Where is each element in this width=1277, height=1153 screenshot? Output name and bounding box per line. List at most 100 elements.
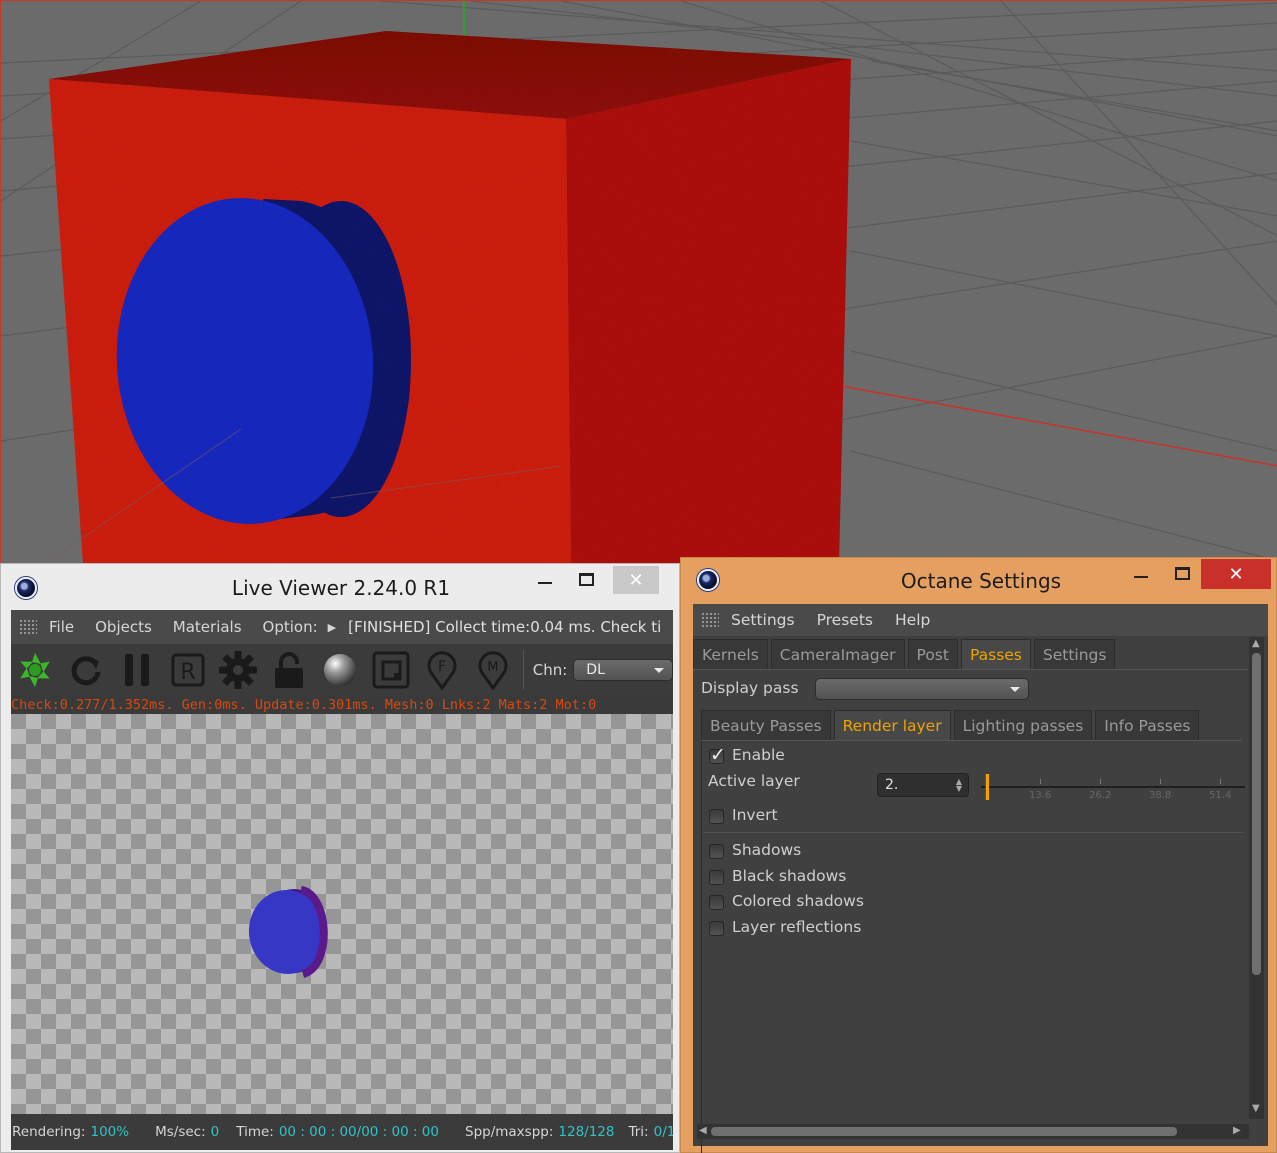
tab-post[interactable]: Post <box>907 639 958 669</box>
focus-pick-icon[interactable]: F <box>420 648 464 692</box>
close-icon: ✕ <box>1228 563 1244 585</box>
menu-objects[interactable]: Objects <box>95 618 152 636</box>
scroll-right-arrow-icon[interactable]: ▶ <box>1233 1125 1241 1136</box>
material-pick-icon[interactable]: M <box>471 648 515 692</box>
slider-tick <box>1220 779 1221 784</box>
restart-icon[interactable] <box>64 648 108 692</box>
minimize-icon <box>538 582 552 584</box>
live-viewer-titlebar[interactable]: Live Viewer 2.24.0 R1 ✕ <box>1 564 679 608</box>
grip-icon[interactable] <box>19 619 37 635</box>
scroll-down-arrow-icon[interactable]: ▼ <box>1252 1103 1260 1114</box>
minimize-icon <box>1134 576 1148 578</box>
slider-tick <box>1100 779 1101 784</box>
tab-passes[interactable]: Passes <box>960 639 1031 669</box>
status-text: [FINISHED] Collect time:0.04 ms. Check t… <box>348 618 662 636</box>
close-button[interactable]: ✕ <box>1201 559 1271 589</box>
svg-text:M: M <box>487 660 498 675</box>
subtab-render-layer[interactable]: Render layer <box>833 710 951 740</box>
display-pass-label: Display pass <box>701 679 799 697</box>
rendering-label: Rendering: <box>12 1124 86 1140</box>
enable-label: Enable <box>732 746 785 764</box>
lock-icon[interactable] <box>267 648 311 692</box>
tab-cameraimager[interactable]: CameraImager <box>770 639 905 669</box>
stats-line: Check:0.277/1.352ms. Gen:0ms. Update:0.3… <box>11 697 597 713</box>
live-viewer-window[interactable]: Live Viewer 2.24.0 R1 ✕ File Objects Mat… <box>0 563 680 1153</box>
active-layer-input[interactable]: 2. ▲ ▼ <box>877 773 969 797</box>
black-shadows-checkbox[interactable] <box>709 870 724 885</box>
region-render-icon[interactable] <box>369 648 413 692</box>
octane-settings-titlebar[interactable]: Octane Settings ✕ <box>681 558 1276 602</box>
tab-settings[interactable]: Settings <box>1033 639 1116 669</box>
shadows-checkbox[interactable] <box>709 844 724 859</box>
invert-label: Invert <box>732 806 778 824</box>
live-viewer-content: File Objects Materials Option: ▶ [FINISH… <box>11 610 674 1150</box>
active-layer-value: 2. <box>885 777 899 793</box>
scroll-left-arrow-icon[interactable]: ◀ <box>699 1125 707 1136</box>
toolbar-separator <box>522 650 524 690</box>
maximize-icon <box>1174 566 1190 580</box>
app-screen: Live Viewer 2.24.0 R1 ✕ File Objects Mat… <box>0 0 1277 1153</box>
grip-icon[interactable] <box>701 612 719 628</box>
slider-tick <box>1040 779 1041 784</box>
section-divider <box>703 832 1243 833</box>
layer-reflections-checkbox[interactable] <box>709 921 724 936</box>
live-viewer-statusbar: Rendering: 100% Ms/sec: 0 Time: 00 : 00 … <box>11 1114 673 1150</box>
tab-kernels[interactable]: Kernels <box>693 639 768 669</box>
octane-logo-icon[interactable] <box>13 648 57 692</box>
cinema4d-app-icon <box>15 577 37 599</box>
pause-icon[interactable] <box>115 648 159 692</box>
slider-knob[interactable] <box>985 774 989 800</box>
material-ball-icon[interactable] <box>318 648 362 692</box>
menu-overflow-arrow-icon[interactable]: ▶ <box>328 621 336 634</box>
vertical-scrollbar[interactable]: ▲ ▼ <box>1249 637 1264 1119</box>
rendering-value: 100% <box>90 1124 130 1140</box>
menu-file[interactable]: File <box>49 618 74 636</box>
subtab-info-passes[interactable]: Info Passes <box>1095 710 1200 740</box>
chevron-down-icon <box>654 668 665 673</box>
time-value: 00 : 00 : 00/00 : 00 : 00 <box>278 1124 439 1140</box>
panel-left-border <box>701 741 702 1153</box>
r-region-icon[interactable]: R <box>166 648 210 692</box>
channel-value: DL <box>586 662 605 678</box>
maximize-button[interactable] <box>1163 558 1201 588</box>
vertical-scroll-thumb[interactable] <box>1252 653 1261 975</box>
main-tabs: Kernels CameraImager Post Passes Setting… <box>693 639 1118 669</box>
slider-track <box>981 786 1245 788</box>
minimize-button[interactable] <box>523 564 567 594</box>
chevron-down-icon <box>1010 687 1020 692</box>
active-layer-slider[interactable]: 13.6 26.2 38.8 51.4 <box>981 770 1245 804</box>
render-preview[interactable] <box>11 714 673 1114</box>
horizontal-scrollbar[interactable]: ◀ ▶ <box>697 1124 1249 1139</box>
maximize-button[interactable] <box>567 564 605 594</box>
slider-tick-label: 51.4 <box>1209 790 1232 801</box>
scroll-up-arrow-icon[interactable]: ▲ <box>1252 638 1260 649</box>
layer-reflections-label: Layer reflections <box>732 918 862 936</box>
live-viewer-toolbar: R F M Chn: DL <box>11 644 674 696</box>
spinner-arrows-icon[interactable]: ▲ ▼ <box>956 778 962 793</box>
channel-dropdown[interactable]: DL <box>573 659 674 681</box>
subtab-lighting-passes[interactable]: Lighting passes <box>953 710 1093 740</box>
menu-presets[interactable]: Presets <box>817 611 873 629</box>
time-label: Time: <box>236 1124 274 1140</box>
octane-settings-menubar: Settings Presets Help <box>693 604 1268 636</box>
colored-shadows-checkbox[interactable] <box>709 895 724 910</box>
menu-materials[interactable]: Materials <box>173 618 242 636</box>
menu-settings[interactable]: Settings <box>731 611 795 629</box>
slider-tick-label: 13.6 <box>1029 790 1052 801</box>
gear-icon[interactable] <box>217 648 261 692</box>
octane-settings-window[interactable]: Octane Settings ✕ Settings Presets Help … <box>680 557 1277 1153</box>
menu-help[interactable]: Help <box>895 611 930 629</box>
slider-tick-label: 38.8 <box>1149 790 1172 801</box>
close-button[interactable]: ✕ <box>613 566 659 594</box>
active-layer-label: Active layer <box>708 772 800 790</box>
colored-shadows-label: Colored shadows <box>732 892 864 910</box>
enable-checkbox[interactable] <box>709 744 726 766</box>
minimize-button[interactable] <box>1119 558 1163 588</box>
subtab-beauty-passes[interactable]: Beauty Passes <box>701 710 831 740</box>
display-pass-dropdown[interactable] <box>815 678 1029 700</box>
invert-checkbox[interactable] <box>709 809 724 824</box>
cinema4d-app-icon <box>697 569 719 591</box>
menu-options[interactable]: Option: <box>263 618 318 636</box>
octane-settings-title: Octane Settings <box>900 569 1062 593</box>
horizontal-scroll-thumb[interactable] <box>711 1127 1177 1136</box>
